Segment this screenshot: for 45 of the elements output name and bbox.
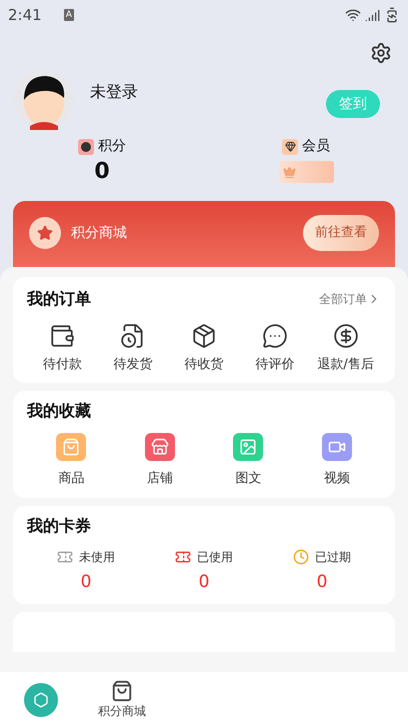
vip-badge [278,161,334,183]
coupon-item[interactable]: 未使用 0 [27,548,145,596]
order-status-item[interactable]: 待评价 [239,323,310,374]
notification-badge: A [64,9,74,21]
stat-label: 积分 [98,137,126,156]
image-icon [233,432,264,460]
favorite-item[interactable]: 视频 [292,432,381,488]
avatar [14,70,74,130]
points-value: 0 [94,158,110,186]
nav-tab[interactable]: 积分商城 [98,680,146,720]
wifi-icon [345,7,361,23]
order-status-item[interactable]: 待发货 [98,323,169,374]
coin-icon [78,138,94,154]
bag-icon [111,680,133,702]
all-orders-link[interactable]: 全部订单 [319,290,381,308]
order-status-item[interactable]: 待付款 [27,323,98,374]
chat-icon [262,323,288,349]
view-button[interactable]: 前往查看 [303,215,379,251]
diamond-icon [282,138,298,154]
points-mall-banner[interactable]: 积分商城 前往查看 [13,201,395,267]
logo-icon[interactable] [24,682,58,716]
stat-label: 会员 [302,137,330,156]
ticket-icon [57,549,73,565]
order-status-item[interactable]: 退款/售后 [310,323,381,374]
shop-icon [144,432,175,460]
ticket-icon [175,549,191,565]
section-title: 我的订单 [27,288,91,310]
user-name: 未登录 [90,81,138,103]
section-title: 我的卡券 [27,516,91,535]
favorite-item[interactable]: 店铺 [116,432,204,488]
box-icon [190,323,217,349]
section-title: 我的收藏 [27,400,91,420]
favorite-item[interactable]: 商品 [27,432,116,488]
order-status-item[interactable]: 待收货 [168,323,240,374]
coupon-item[interactable]: 已使用 0 [145,548,263,596]
favorite-item[interactable]: 图文 [204,432,292,488]
video-camera-icon [322,432,352,460]
wallet-icon [49,323,76,349]
bag-icon [56,432,86,460]
signal-icon [365,8,380,22]
clock-icon [293,549,309,565]
status-time: 2:41 [8,4,42,26]
settings-icon[interactable] [370,42,392,64]
coupon-item[interactable]: 已过期 0 [263,548,381,596]
banner-title: 积分商城 [71,224,127,243]
